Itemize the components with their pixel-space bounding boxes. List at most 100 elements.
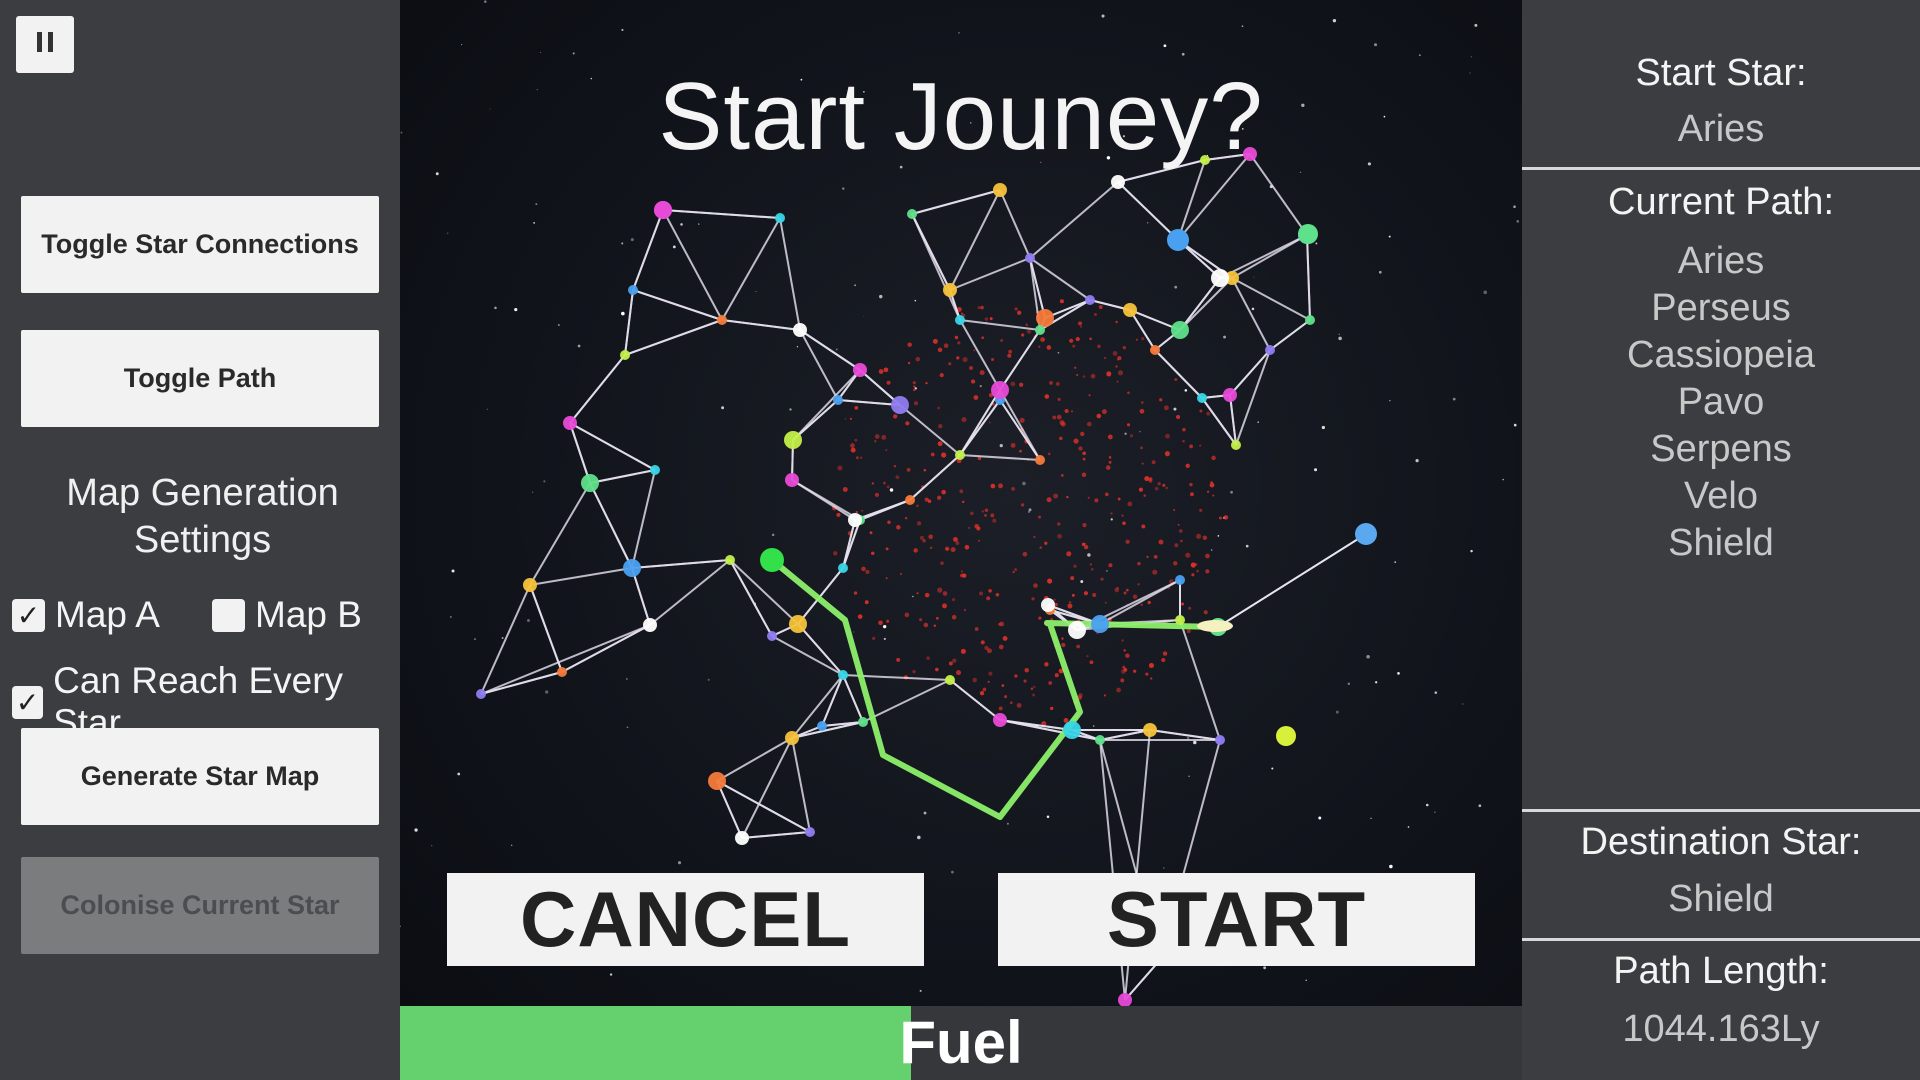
pause-button[interactable] [16,16,74,73]
nebula-particle [1194,563,1198,566]
cancel-button[interactable]: CANCEL [447,873,924,966]
star-node[interactable] [853,363,867,377]
star-node[interactable] [650,465,660,475]
star-node[interactable] [858,717,868,727]
star-node[interactable] [767,631,777,641]
star-node[interactable] [785,731,799,745]
nebula-particle [919,535,924,540]
nebula-particle [948,362,952,366]
toggle-path-button[interactable]: Toggle Path [21,330,379,427]
star-map-view[interactable]: Start Jouney? CANCEL START Fuel [400,0,1522,1080]
star-node[interactable] [725,555,735,565]
star-node[interactable] [891,396,909,414]
star-node[interactable] [943,283,957,297]
nebula-particle [886,485,890,489]
nebula-particle [865,569,870,574]
star-node[interactable] [1123,303,1137,317]
star-node[interactable] [557,667,567,677]
star-node[interactable] [838,563,848,573]
star-node[interactable] [833,395,843,405]
star-node[interactable] [1171,321,1189,339]
star-node[interactable] [1111,175,1125,189]
star-node[interactable] [945,675,955,685]
nebula-particle [1182,440,1185,443]
star-node[interactable] [955,450,965,460]
star-node[interactable] [1091,615,1109,633]
star-node[interactable] [785,473,799,487]
star-node[interactable] [1276,726,1296,746]
star-node[interactable] [955,315,965,325]
generate-star-map-button[interactable]: Generate Star Map [21,728,379,825]
star-node[interactable] [789,615,807,633]
star-node[interactable] [717,315,727,325]
star-node[interactable] [805,827,815,837]
star-node[interactable] [793,323,807,337]
star-node[interactable] [1298,224,1318,244]
star-node[interactable] [1265,345,1275,355]
map-b-toggle[interactable]: Map B [212,594,362,636]
star-node[interactable] [1143,723,1157,737]
star-node[interactable] [1167,229,1189,251]
star-node[interactable] [1095,735,1105,745]
star-node[interactable] [905,495,915,505]
star-node[interactable] [784,431,802,449]
nebula-particle [964,544,970,550]
nebula-particle [833,551,838,556]
nebula-particle [995,592,1000,597]
star-connection [797,623,844,676]
map-b-checkbox[interactable] [212,598,245,632]
star-node[interactable] [1223,388,1237,402]
star-node[interactable] [581,474,599,492]
nebula-particle [1137,583,1140,586]
star-node[interactable] [1215,735,1225,745]
star-node[interactable] [1085,295,1095,305]
map-a-toggle[interactable]: ✓ Map A [12,594,160,636]
star-node[interactable] [1211,269,1229,287]
star-node[interactable] [1035,325,1045,335]
star-node[interactable] [1041,598,1055,612]
nebula-particle [912,381,916,385]
start-button[interactable]: START [998,873,1475,966]
star-node[interactable] [623,559,641,577]
star-node[interactable] [476,689,486,699]
star-node[interactable] [735,831,749,845]
star-node[interactable] [643,618,657,632]
star-node[interactable] [775,213,785,223]
star-node[interactable] [1150,345,1160,355]
star-node[interactable] [993,183,1007,197]
star-node[interactable] [1305,315,1315,325]
background-star [621,311,625,316]
star-node[interactable] [1197,393,1207,403]
destination-star-label: Destination Star: [1580,821,1862,863]
can-reach-every-star-checkbox[interactable]: ✓ [12,685,44,719]
star-node[interactable] [817,721,827,731]
toggle-star-connections-button[interactable]: Toggle Star Connections [21,196,379,293]
star-node[interactable] [1355,523,1377,545]
star-node[interactable] [848,513,862,527]
star-node[interactable] [993,713,1007,727]
nebula-particle [1070,576,1075,581]
star-node[interactable] [1068,621,1086,639]
map-a-checkbox[interactable]: ✓ [12,598,45,632]
star-node[interactable] [1231,440,1241,450]
star-node[interactable] [563,416,577,430]
star-node[interactable] [760,548,784,572]
star-node[interactable] [628,285,638,295]
star-node[interactable] [1063,721,1081,739]
colonise-current-star-button[interactable]: Colonise Current Star [21,857,379,954]
star-node[interactable] [1025,253,1035,263]
star-node[interactable] [620,350,630,360]
background-star [958,32,960,34]
star-node[interactable] [1175,575,1185,585]
star-node[interactable] [838,670,848,680]
star-node[interactable] [991,381,1009,399]
star-node[interactable] [1175,615,1185,625]
nebula-particle [893,465,897,468]
star-node[interactable] [1036,309,1054,327]
star-node[interactable] [523,578,537,592]
star-node[interactable] [708,772,726,790]
star-node[interactable] [1035,455,1045,465]
star-node[interactable] [654,201,672,219]
star-node[interactable] [907,209,917,219]
nebula-particle [1117,497,1121,501]
